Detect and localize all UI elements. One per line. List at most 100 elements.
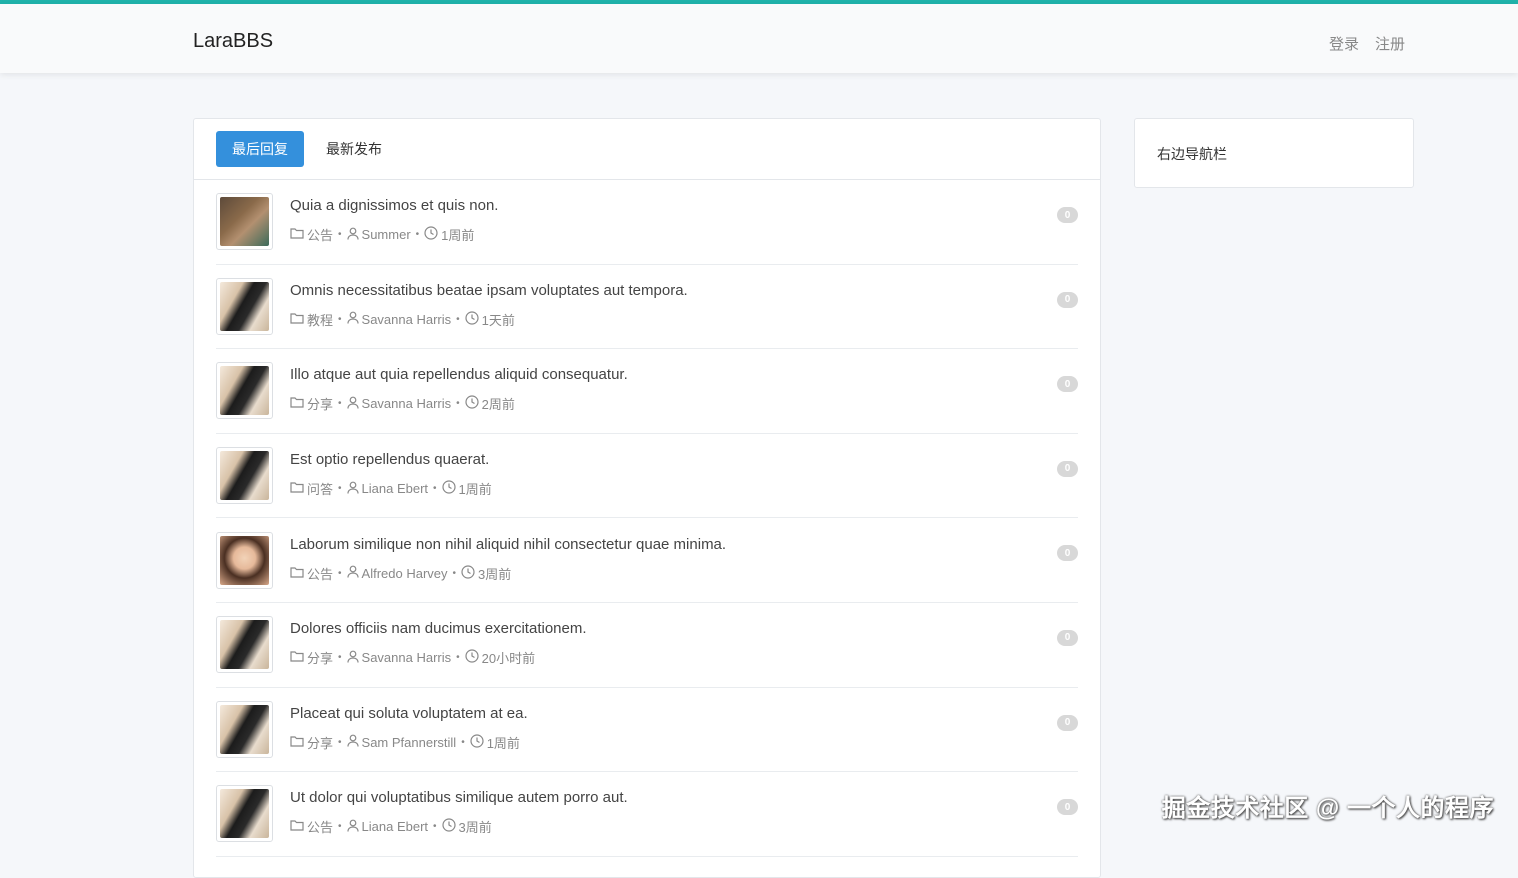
topic-row[interactable]: Placeat qui soluta voluptatem at ea. 分享 • S… — [216, 688, 1078, 773]
author-name: Sam Pfannerstill — [361, 734, 457, 750]
author-avatar[interactable] — [216, 616, 273, 674]
user-icon — [346, 311, 362, 327]
topic-category[interactable]: 公告 — [290, 817, 333, 836]
topic-time: 1周前 — [470, 733, 520, 752]
author-avatar[interactable] — [216, 193, 273, 251]
topic-title[interactable]: Ut dolor qui voluptatibus similique aute… — [290, 789, 1078, 806]
watermark: 掘金技术社区 @ 一个人的程序 — [1161, 795, 1494, 822]
reply-count-badge[interactable]: 0 — [1057, 291, 1078, 308]
topic-row[interactable]: Illo atque aut quia repellendus aliquid … — [216, 349, 1078, 434]
avatar-image — [220, 704, 269, 754]
tab-newest[interactable]: 最新发布 — [310, 131, 398, 167]
topic-title[interactable]: Laborum similique non nihil aliquid nihi… — [290, 536, 1078, 553]
topic-category[interactable]: 公告 — [290, 225, 333, 244]
clock-icon — [441, 480, 459, 497]
topic-title[interactable]: Est optio repellendus quaerat. — [290, 451, 1078, 468]
topic-card: 最后回复 最新发布 Quia a dignissimos et quis non… — [193, 118, 1101, 878]
sidebar-title: 右边导航栏 — [1157, 146, 1227, 162]
topic-body: Dolores officiis nam ducimus exercitatio… — [290, 620, 1078, 667]
author-avatar[interactable] — [216, 362, 273, 420]
topic-title[interactable]: Placeat qui soluta voluptatem at ea. — [290, 705, 1078, 722]
avatar-image — [220, 789, 269, 839]
topic-body: Est optio repellendus quaerat. 问答 • Liana E… — [290, 451, 1078, 498]
topic-time: 1周前 — [424, 225, 474, 244]
separator-dot: • — [461, 736, 465, 748]
topic-row[interactable]: Laborum similique non nihil aliquid nihi… — [216, 518, 1078, 603]
topic-time: 3周前 — [441, 817, 492, 836]
folder-icon — [290, 481, 307, 496]
author-name: Liana Ebert — [361, 481, 429, 497]
folder-icon — [290, 566, 307, 581]
reply-count-badge[interactable]: 0 — [1057, 376, 1078, 393]
topic-category[interactable]: 分享 — [290, 648, 333, 667]
separator-dot: • — [433, 483, 437, 495]
sidebar-card: 右边导航栏 — [1134, 118, 1414, 188]
topic-time: 1天前 — [465, 310, 515, 329]
topic-title[interactable]: Illo atque aut quia repellendus aliquid … — [290, 366, 1078, 383]
folder-icon — [290, 735, 307, 750]
topic-time: 3周前 — [461, 564, 511, 583]
topic-category[interactable]: 公告 — [290, 564, 333, 583]
register-link[interactable]: 注册 — [1375, 33, 1405, 54]
separator-dot: • — [338, 652, 342, 664]
folder-icon — [290, 396, 307, 411]
topic-author[interactable]: Alfredo Harvey — [346, 565, 448, 581]
author-avatar[interactable] — [216, 277, 273, 335]
topic-row[interactable]: Ut dolor qui voluptatibus similique aute… — [216, 772, 1078, 857]
author-avatar[interactable] — [216, 700, 273, 758]
topic-category[interactable]: 教程 — [290, 310, 333, 329]
topic-author[interactable]: Savanna Harris — [346, 650, 451, 666]
avatar-image — [220, 451, 269, 501]
topic-meta: 公告 • Summer • 1周前 — [290, 225, 1078, 244]
time-label: 1周前 — [458, 482, 492, 498]
separator-dot: • — [456, 313, 460, 325]
topic-author[interactable]: Summer — [346, 227, 411, 243]
author-avatar[interactable] — [216, 447, 273, 505]
topic-meta: 公告 • Liana Ebert • 3周前 — [290, 817, 1078, 836]
user-icon — [346, 734, 362, 750]
tab-last-reply[interactable]: 最后回复 — [216, 131, 304, 167]
reply-count-badge[interactable]: 0 — [1057, 460, 1078, 477]
topic-category[interactable]: 分享 — [290, 733, 333, 752]
topic-author[interactable]: Liana Ebert — [346, 819, 428, 835]
topic-author[interactable]: Savanna Harris — [346, 311, 451, 327]
folder-icon — [290, 819, 307, 834]
topic-row[interactable]: Quia a dignissimos et quis non. 公告 • Summer… — [216, 180, 1078, 265]
folder-icon — [290, 227, 307, 242]
reply-count-badge[interactable]: 0 — [1057, 629, 1078, 646]
login-link[interactable]: 登录 — [1329, 33, 1359, 54]
category-label: 公告 — [307, 566, 334, 582]
topic-row[interactable]: Omnis necessitatibus beatae ipsam volupt… — [216, 265, 1078, 350]
topic-title[interactable]: Quia a dignissimos et quis non. — [290, 197, 1078, 214]
topic-author[interactable]: Liana Ebert — [346, 481, 429, 497]
category-label: 分享 — [307, 397, 334, 413]
topic-meta: 问答 • Liana Ebert • 1周前 — [290, 479, 1078, 498]
category-label: 分享 — [307, 735, 334, 751]
topic-row[interactable]: Est optio repellendus quaerat. 问答 • Liana E… — [216, 434, 1078, 519]
reply-count-badge[interactable]: 0 — [1057, 714, 1078, 731]
topic-title[interactable]: Dolores officiis nam ducimus exercitatio… — [290, 620, 1078, 637]
clock-icon — [441, 818, 459, 835]
separator-dot: • — [338, 821, 342, 833]
topic-time: 1周前 — [441, 479, 492, 498]
topic-title[interactable]: Omnis necessitatibus beatae ipsam volupt… — [290, 282, 1078, 299]
brand-logo[interactable]: LaraBBS — [193, 30, 273, 53]
separator-dot: • — [338, 398, 342, 410]
reply-count-badge[interactable]: 0 — [1057, 799, 1078, 816]
clock-icon — [424, 226, 441, 243]
author-avatar[interactable] — [216, 531, 273, 589]
topic-body: Omnis necessitatibus beatae ipsam volupt… — [290, 282, 1078, 329]
topic-category[interactable]: 问答 — [290, 479, 333, 498]
avatar-image — [220, 620, 269, 670]
topic-category[interactable]: 分享 — [290, 394, 333, 413]
reply-count-badge[interactable]: 0 — [1057, 207, 1078, 223]
topic-author[interactable]: Savanna Harris — [346, 396, 451, 412]
topic-author[interactable]: Sam Pfannerstill — [346, 734, 457, 750]
author-avatar[interactable] — [216, 785, 273, 843]
clock-icon — [465, 311, 482, 328]
reply-count-badge[interactable]: 0 — [1057, 545, 1078, 562]
clock-icon — [465, 649, 482, 666]
topic-row[interactable]: Dolores officiis nam ducimus exercitatio… — [216, 603, 1078, 688]
avatar-image — [220, 197, 269, 247]
time-label: 1周前 — [486, 735, 520, 751]
